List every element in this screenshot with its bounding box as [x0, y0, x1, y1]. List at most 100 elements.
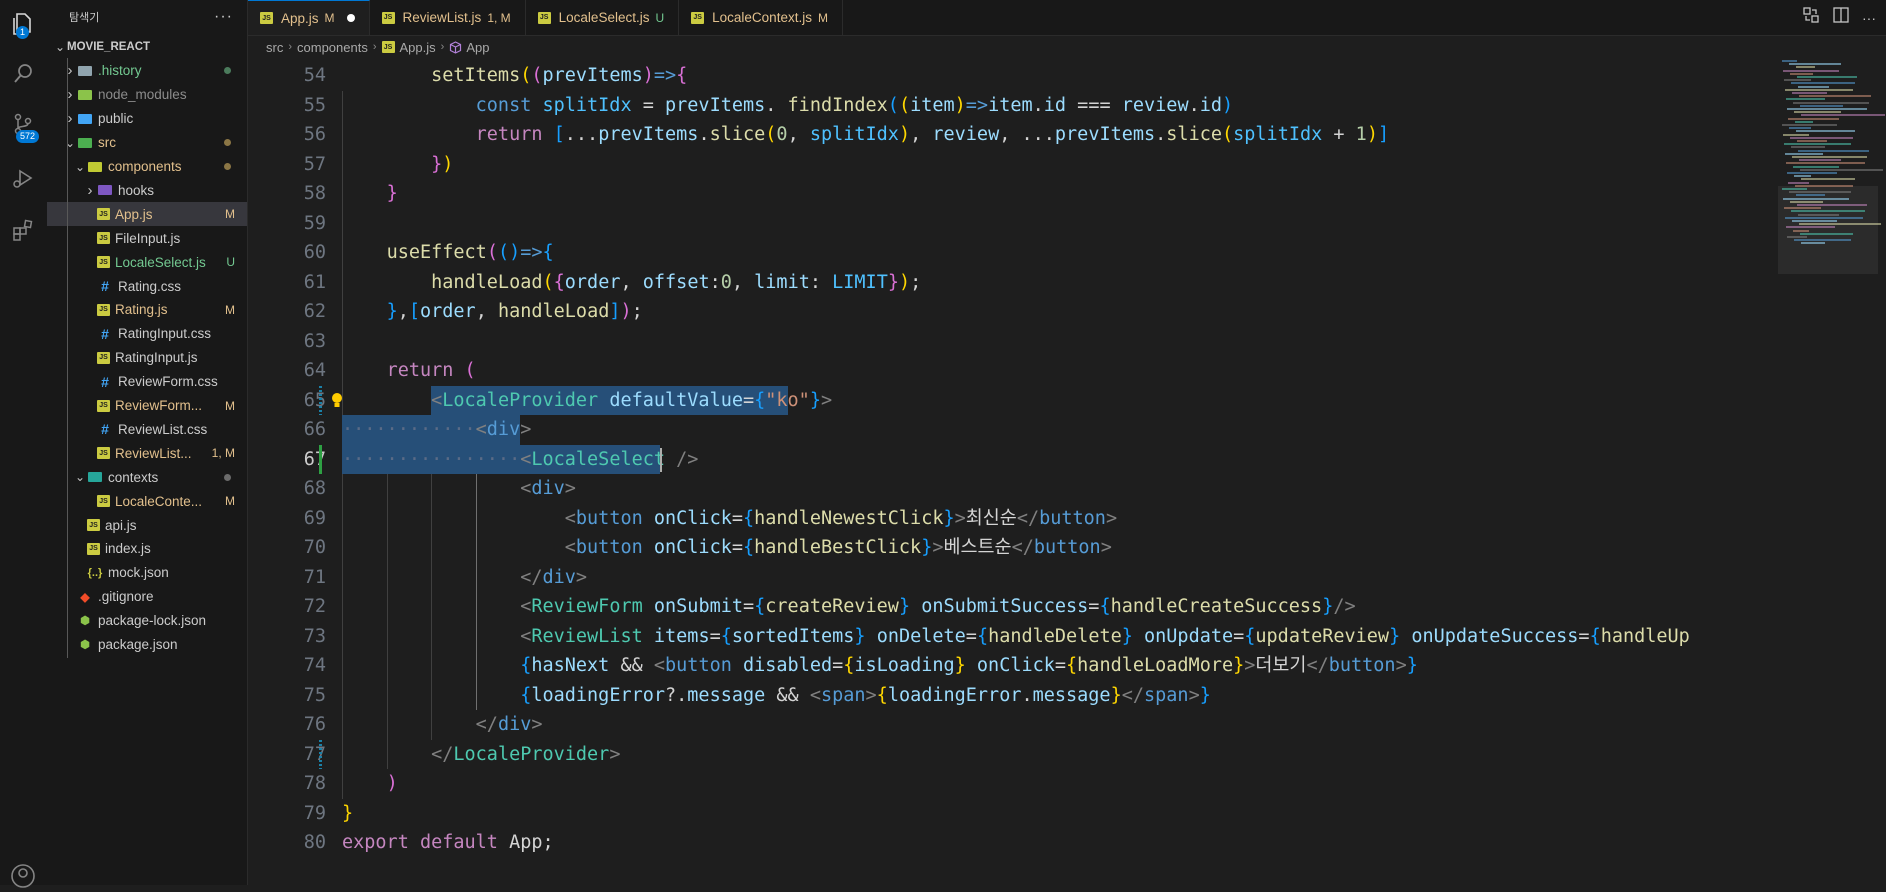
compare-icon[interactable]	[1802, 6, 1820, 29]
line-number[interactable]: 61	[256, 268, 326, 298]
tree-item[interactable]: # RatingInput.css	[47, 322, 247, 346]
tree-item[interactable]: JS LocaleConte... M	[47, 489, 247, 513]
tree-item[interactable]: ⌄ MOVIE_REACT	[47, 35, 247, 59]
dirty-diff-marker[interactable]	[319, 739, 322, 769]
code-line[interactable]: </div>	[342, 710, 543, 740]
search-icon[interactable]	[7, 58, 39, 90]
code-line[interactable]: <button onClick={handleBestClick}>베스트순</…	[342, 533, 1112, 563]
code-line[interactable]: {loadingError?.message && <span>{loading…	[342, 681, 1211, 711]
line-number[interactable]: 76	[256, 710, 326, 740]
line-number[interactable]: 75	[256, 681, 326, 711]
unsaved-dot-icon[interactable]	[346, 14, 355, 22]
code-editor[interactable]: 54 55 56 57 58 59 60 61 62 63 64 65 66 67 68 69 70 71 72 73…	[248, 58, 1778, 885]
tree-item[interactable]: JS Rating.js M	[47, 298, 247, 322]
tree-item[interactable]: JS index.js	[47, 537, 247, 561]
line-number[interactable]: 71	[256, 563, 326, 593]
line-number[interactable]: 73	[256, 622, 326, 652]
extensions-icon[interactable]	[7, 214, 39, 246]
tree-item[interactable]: # Rating.css	[47, 274, 247, 298]
breadcrumb-app-symbol[interactable]: App	[449, 40, 489, 55]
tree-item[interactable]: ⬢ package-lock.json	[47, 609, 247, 633]
editor-tab[interactable]: JS App.js M	[248, 0, 370, 35]
tree-item[interactable]: ⌄ src	[47, 131, 247, 155]
tree-item[interactable]: ⌄ components	[47, 155, 247, 179]
editor-tab[interactable]: JS LocaleContext.js M	[679, 0, 843, 35]
code-line[interactable]: </LocaleProvider>	[342, 740, 620, 770]
line-number[interactable]: 77	[256, 740, 326, 770]
line-number[interactable]: 58	[256, 179, 326, 209]
line-number[interactable]: 63	[256, 327, 326, 357]
tree-item[interactable]: › public	[47, 107, 247, 131]
tree-item[interactable]: ⌄ contexts	[47, 465, 247, 489]
code-line[interactable]: handleLoad({order, offset:0, limit: LIMI…	[342, 268, 921, 298]
tree-item[interactable]: JS RatingInput.js	[47, 346, 247, 370]
line-number[interactable]: 74	[256, 651, 326, 681]
dirty-diff-marker[interactable]	[319, 385, 322, 415]
code-line[interactable]: const splitIdx = prevItems. findIndex((i…	[342, 91, 1233, 121]
code-line[interactable]: <div>	[342, 474, 576, 504]
line-number[interactable]: 62	[256, 297, 326, 327]
breadcrumb-components[interactable]: components	[297, 40, 368, 55]
line-number[interactable]: 60	[256, 238, 326, 268]
breadcrumb-app-js[interactable]: JS App.js	[381, 40, 436, 55]
code-line[interactable]: useEffect(()=>{	[342, 238, 554, 268]
more-actions-icon[interactable]: ···	[214, 8, 233, 26]
tree-item[interactable]: JS ReviewList... 1, M	[47, 441, 247, 465]
code-line[interactable]: <ReviewList items={sortedItems} onDelete…	[342, 622, 1690, 652]
editor-tab[interactable]: JS ReviewList.js 1, M	[369, 0, 526, 35]
tree-item[interactable]: › hooks	[47, 178, 247, 202]
tree-item[interactable]: JS api.js	[47, 513, 247, 537]
line-number[interactable]: 72	[256, 592, 326, 622]
line-number[interactable]: 67	[256, 445, 326, 475]
tree-item[interactable]: ◆ .gitignore	[47, 585, 247, 609]
code-line[interactable]: }	[342, 179, 398, 209]
line-number[interactable]: 70	[256, 533, 326, 563]
line-number[interactable]: 55	[256, 91, 326, 121]
code-line[interactable]: export default App;	[342, 828, 554, 858]
code-line[interactable]: setItems((prevItems)=>{	[342, 61, 687, 91]
code-line[interactable]: <button onClick={handleNewestClick}>최신순<…	[342, 504, 1117, 534]
code-line[interactable]: </div>	[342, 563, 587, 593]
tree-item[interactable]: › node_modules	[47, 83, 247, 107]
code-line[interactable]: }	[342, 799, 353, 829]
line-number[interactable]: 66	[256, 415, 326, 445]
line-number[interactable]: 59	[256, 209, 326, 239]
line-number[interactable]: 80	[256, 828, 326, 858]
line-number[interactable]: 56	[256, 120, 326, 150]
line-number[interactable]: 57	[256, 150, 326, 180]
code-line[interactable]: ············<div>	[342, 415, 531, 445]
code-line[interactable]: })	[342, 150, 453, 180]
line-number[interactable]: 78	[256, 769, 326, 799]
tree-item[interactable]: JS App.js M	[47, 202, 247, 227]
code-line[interactable]: <ReviewForm onSubmit={createReview} onSu…	[342, 592, 1355, 622]
run-debug-icon[interactable]	[7, 162, 39, 194]
line-number[interactable]: 54	[256, 61, 326, 91]
tree-item[interactable]: # ReviewForm.css	[47, 370, 247, 394]
account-icon[interactable]	[7, 860, 39, 892]
split-editor-icon[interactable]	[1832, 6, 1850, 29]
code-line[interactable]: return [...prevItems.slice(0, splitIdx),…	[342, 120, 1389, 150]
tree-item[interactable]: › .history	[47, 59, 247, 83]
code-line[interactable]: )	[342, 769, 398, 799]
minimap[interactable]	[1778, 58, 1886, 885]
code-line[interactable]: },[order, handleLoad]);	[342, 297, 643, 327]
tree-item[interactable]: {..} mock.json	[47, 561, 247, 585]
tree-item[interactable]: JS LocaleSelect.js U	[47, 250, 247, 274]
tree-item[interactable]: ⬢ package.json	[47, 633, 247, 657]
tree-item[interactable]: # ReviewList.css	[47, 417, 247, 441]
line-number[interactable]: 68	[256, 474, 326, 504]
line-number[interactable]: 65	[256, 386, 326, 416]
code-line[interactable]: <LocaleProvider defaultValue={"ko"}>	[342, 386, 832, 416]
tree-item[interactable]: JS ReviewForm... M	[47, 394, 247, 418]
code-line[interactable]: {hasNext && <button disabled={isLoading}…	[342, 651, 1418, 681]
dirty-diff-marker[interactable]	[319, 444, 322, 474]
tree-item[interactable]: JS FileInput.js	[47, 226, 247, 250]
line-number[interactable]: 64	[256, 356, 326, 386]
more-editor-actions-icon[interactable]: ···	[1862, 10, 1876, 26]
breadcrumb-src[interactable]: src	[266, 40, 283, 55]
code-area[interactable]: setItems((prevItems)=>{ const splitIdx =…	[342, 58, 1778, 885]
editor-tab[interactable]: JS LocaleSelect.js U	[525, 0, 680, 35]
line-number[interactable]: 69	[256, 504, 326, 534]
code-line[interactable]: ················<LocaleSelect />	[342, 445, 698, 475]
code-line[interactable]: return (	[342, 356, 476, 386]
